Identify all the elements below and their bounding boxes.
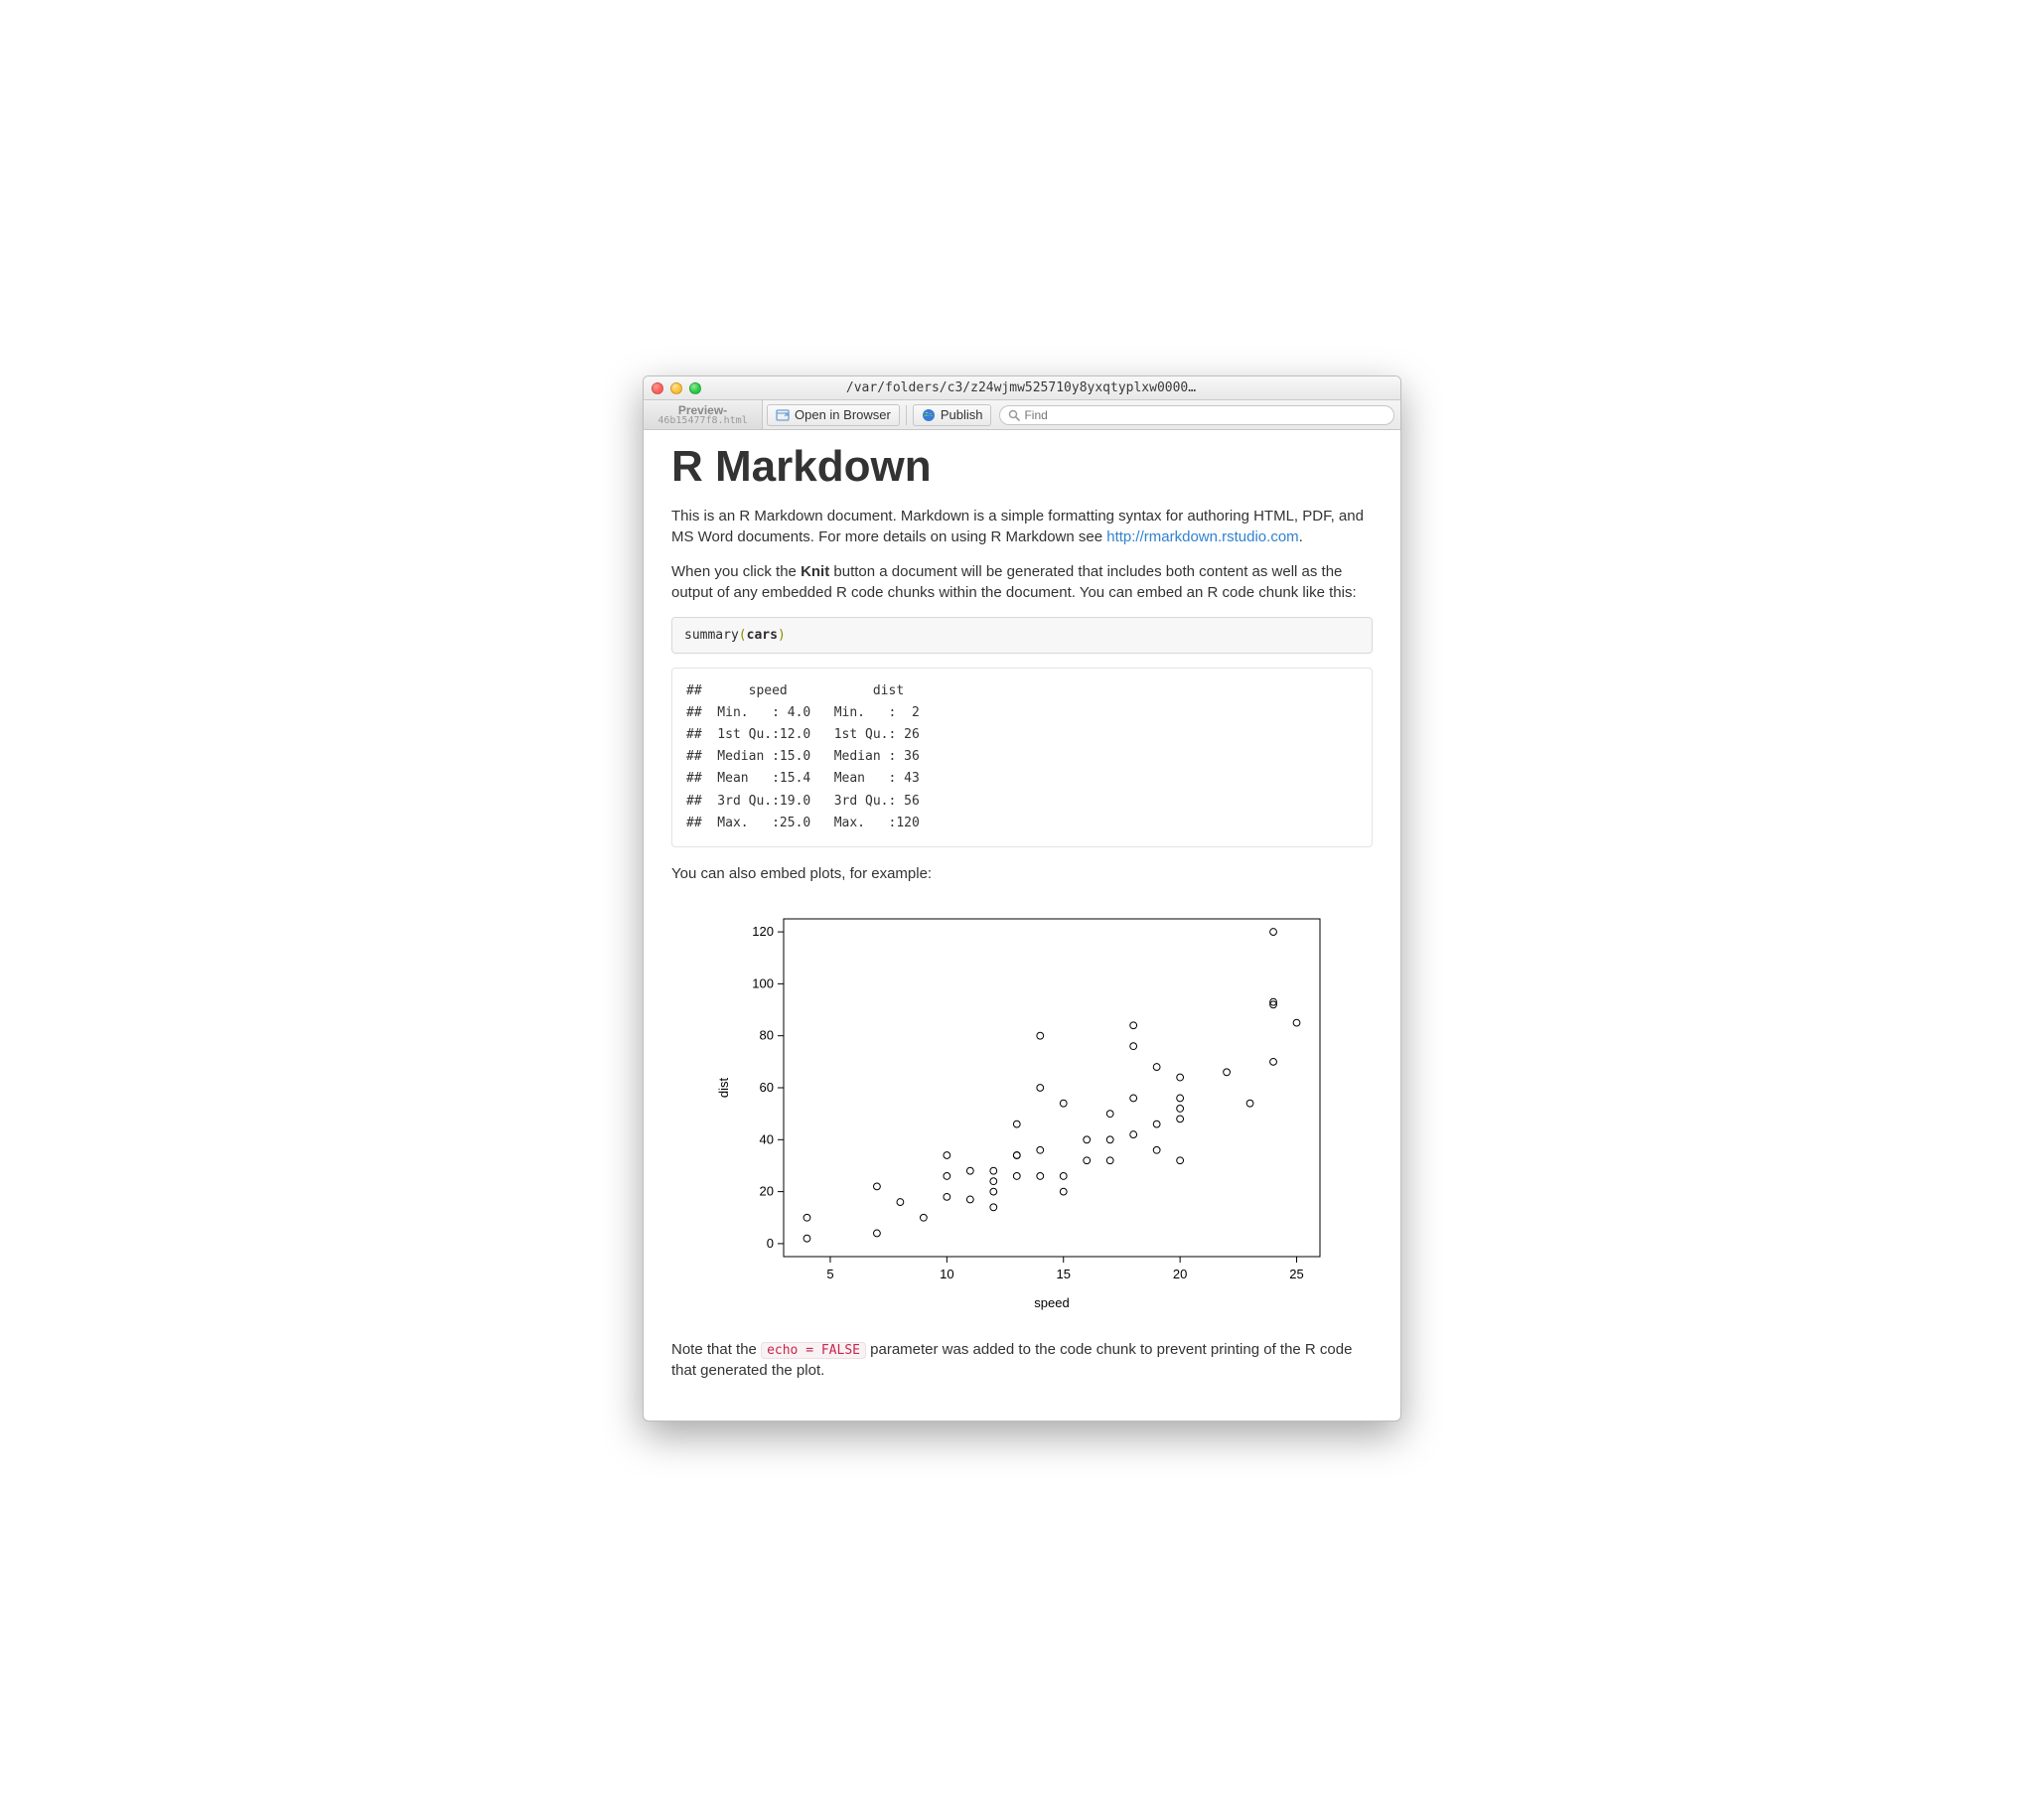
window-titlebar: /var/folders/c3/z24wjmw525710y8yxqtyplxw…: [644, 376, 1400, 400]
toolbar: Preview- 46b15477f8.html Open in Browser: [644, 400, 1400, 430]
svg-text:5: 5: [826, 1267, 833, 1281]
minimize-icon[interactable]: [670, 382, 682, 394]
rmarkdown-link[interactable]: http://rmarkdown.rstudio.com: [1106, 528, 1298, 545]
knit-bold: Knit: [801, 563, 829, 580]
window-title: /var/folders/c3/z24wjmw525710y8yxqtyplxw…: [709, 380, 1392, 395]
svg-text:120: 120: [752, 924, 774, 939]
svg-text:speed: speed: [1034, 1295, 1069, 1310]
intro-paragraph: This is an R Markdown document. Markdown…: [671, 506, 1373, 547]
traffic-lights: [652, 382, 701, 394]
echo-false-paragraph: Note that the echo = FALSE parameter was…: [671, 1339, 1373, 1381]
publish-button[interactable]: Publish: [913, 404, 992, 426]
publish-label: Publish: [941, 407, 983, 422]
open-in-browser-button[interactable]: Open in Browser: [767, 404, 900, 426]
browser-icon: [776, 408, 790, 422]
preview-window: /var/folders/c3/z24wjmw525710y8yxqtyplxw…: [643, 375, 1401, 1422]
toolbar-separator: [906, 405, 907, 425]
search-field[interactable]: [999, 405, 1394, 425]
tab-label-2: 46b15477f8.html: [657, 416, 747, 426]
globe-icon: [922, 408, 936, 422]
svg-text:25: 25: [1289, 1267, 1303, 1281]
svg-text:0: 0: [767, 1236, 774, 1251]
svg-text:20: 20: [1173, 1267, 1187, 1281]
zoom-icon[interactable]: [689, 382, 701, 394]
tab-label-1: Preview-: [678, 404, 727, 416]
open-in-browser-label: Open in Browser: [795, 407, 891, 422]
code-block-summary: summary(cars): [671, 617, 1373, 654]
close-icon[interactable]: [652, 382, 663, 394]
page-title: R Markdown: [671, 442, 1373, 492]
output-block-summary: ## speed dist ## Min. : 4.0 Min. : 2 ## …: [671, 668, 1373, 847]
search-icon: [1008, 409, 1020, 421]
plot-container: 5 10 15 20 25 0 20 40 60 80 100 120 speed dist: [671, 904, 1373, 1321]
document-body: R Markdown This is an R Markdown documen…: [644, 430, 1400, 1421]
svg-text:10: 10: [940, 1267, 953, 1281]
embed-plots-paragraph: You can also embed plots, for example:: [671, 863, 1373, 884]
svg-text:dist: dist: [716, 1077, 731, 1098]
knit-paragraph: When you click the Knit button a documen…: [671, 561, 1373, 603]
inline-code-echo: echo = FALSE: [761, 1342, 866, 1359]
svg-text:15: 15: [1057, 1267, 1071, 1281]
svg-text:80: 80: [760, 1027, 774, 1042]
svg-text:40: 40: [760, 1131, 774, 1146]
search-input[interactable]: [1024, 408, 1386, 422]
svg-text:20: 20: [760, 1183, 774, 1198]
tab-preview[interactable]: Preview- 46b15477f8.html: [644, 400, 763, 429]
scatter-plot: 5 10 15 20 25 0 20 40 60 80 100 120 speed dist: [704, 904, 1340, 1321]
svg-text:100: 100: [752, 975, 774, 990]
svg-text:60: 60: [760, 1080, 774, 1095]
